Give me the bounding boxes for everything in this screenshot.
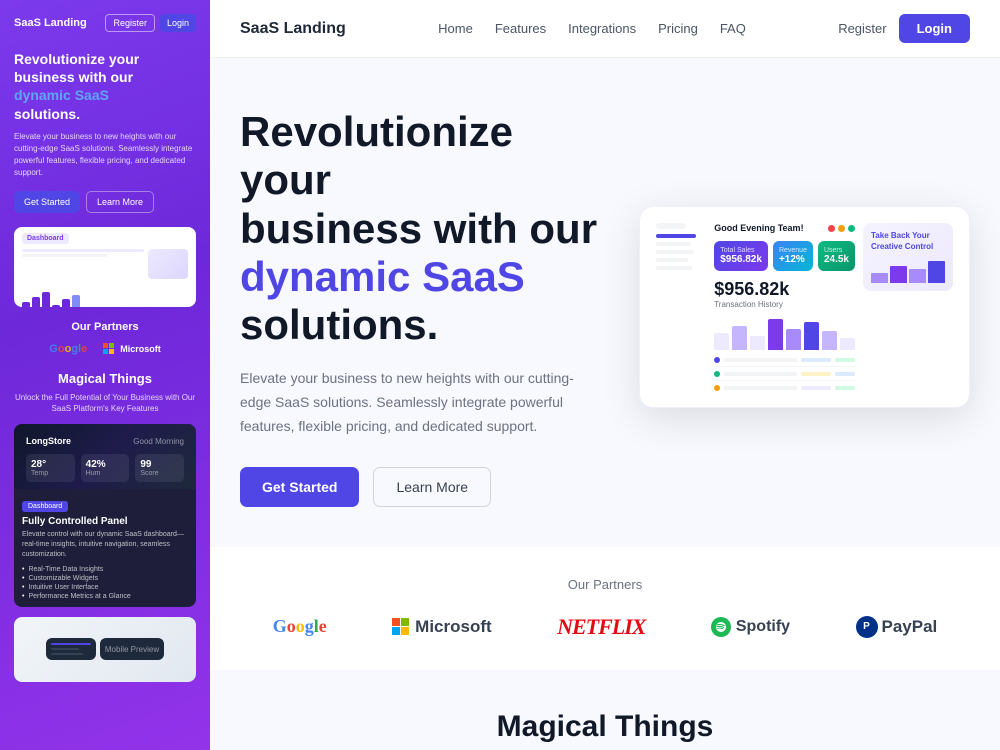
left-list-item-1: Real-Time Data Insights [22, 565, 188, 574]
left-chart-bars [22, 287, 188, 307]
hero-buttons: Get Started Learn More [240, 467, 599, 507]
hero-image-wrapper: Good Evening Team! Total Sales $9 [639, 206, 970, 408]
left-feature-list: Real-Time Data Insights Customizable Wid… [22, 565, 188, 601]
nav-links: Home Features Integrations Pricing FAQ [438, 21, 746, 36]
left-magical-title: Magical Things [14, 371, 196, 386]
hero-stat1-value: $956.82k [720, 254, 762, 265]
left-feature-title: Fully Controlled Panel [22, 516, 188, 527]
hero-table-row-1 [714, 356, 855, 367]
left-partners: Google Microsoft [14, 343, 196, 355]
hero-table-row-3 [714, 384, 855, 391]
hero-big-number: $956.82k [714, 279, 855, 300]
microsoft-logo: Microsoft [392, 617, 492, 637]
hero-section: Revolutionize your business with our dyn… [210, 58, 1000, 547]
left-google-logo: Google [49, 343, 87, 355]
nav-link-faq[interactable]: FAQ [720, 21, 746, 36]
nav-link-integrations[interactable]: Integrations [568, 21, 636, 36]
left-feature-badge: Dashboard [22, 501, 68, 512]
left-vis-date: Good Morning [133, 437, 184, 446]
left-feature-content: Dashboard Fully Controlled Panel Elevate… [14, 489, 196, 606]
hero-stat1-label: Total Sales [720, 247, 762, 254]
left-logo: SaaS Landing [14, 17, 87, 29]
hero-title: Revolutionize your business with our dyn… [240, 108, 599, 349]
nav-link-home[interactable]: Home [438, 21, 473, 36]
nav-register-button[interactable]: Register [838, 21, 886, 36]
hero-stat2-label: Revenue [779, 247, 807, 254]
hero-dashboard-card: Good Evening Team! Total Sales $9 [639, 206, 970, 408]
nav-right: Register Login [838, 14, 970, 43]
left-microsoft-logo: Microsoft [103, 343, 161, 355]
nav-link-pricing[interactable]: Pricing [658, 21, 698, 36]
left-list-item-2: Customizable Widgets [22, 574, 188, 583]
left-feature-card: LongStore Good Morning 28° Temp 42% Hum … [14, 424, 196, 606]
hero-table-row-2 [714, 370, 855, 381]
paypal-logo: P PayPal [856, 616, 938, 638]
left-hero-buttons: Get Started Learn More [14, 191, 196, 213]
nav-link-features[interactable]: Features [495, 21, 546, 36]
paypal-icon: P [856, 616, 878, 638]
hero-section-label: Transaction History [714, 300, 855, 309]
hero-dash-greeting: Good Evening Team! [714, 223, 803, 233]
hero-right-card-title: Take Back Your Creative Control [871, 231, 945, 252]
hero-learn-more-button[interactable]: Learn More [373, 467, 491, 507]
spotify-logo: Spotify [711, 617, 790, 637]
magical-section: Magical Things Unlock the Full Potential… [210, 670, 1000, 750]
left-nav: SaaS Landing Register Login [14, 14, 196, 32]
left-learn-more-button[interactable]: Learn More [86, 191, 154, 213]
spotify-icon [711, 617, 731, 637]
left-feature-card-2: Mobile Preview [14, 617, 196, 682]
hero-desc: Elevate your business to new heights wit… [240, 367, 599, 438]
nav-login-button[interactable]: Login [899, 14, 970, 43]
hero-stat3-value: 24.5k [824, 254, 849, 265]
netflix-logo: NETFLIX [557, 614, 645, 640]
left-register-button[interactable]: Register [105, 14, 155, 32]
top-nav: SaaS Landing Home Features Integrations … [210, 0, 1000, 58]
left-login-button[interactable]: Login [160, 14, 196, 32]
left-dashboard-preview: Dashboard [14, 227, 196, 307]
hero-stat2-value: +12% [779, 254, 807, 265]
google-logo: Google [273, 616, 327, 637]
left-hero-title: Revolutionize your business with our dyn… [14, 50, 196, 123]
hero-chart [714, 315, 855, 350]
left-dash-badge: Dashboard [22, 233, 69, 244]
partners-logos: Google Microsoft NETFLIX Spotify [240, 614, 970, 640]
nav-logo: SaaS Landing [240, 20, 346, 38]
hero-stat3-label: Users [824, 247, 849, 254]
left-vis-title: LongStore [26, 436, 71, 446]
hero-content: Revolutionize your business with our dyn… [240, 108, 599, 507]
partners-section: Our Partners Google Microsoft NETFLIX S [210, 547, 1000, 670]
left-feature-image: LongStore Good Morning 28° Temp 42% Hum … [14, 424, 196, 489]
left-get-started-button[interactable]: Get Started [14, 191, 80, 213]
partners-title: Our Partners [240, 577, 970, 592]
left-feature-image-2: Mobile Preview [14, 617, 196, 682]
left-partners-title: Our Partners [14, 321, 196, 333]
left-list-item-4: Performance Metrics at a Glance [22, 592, 188, 601]
left-hero-desc: Elevate your business to new heights wit… [14, 131, 196, 179]
left-panel: SaaS Landing Register Login Revolutioniz… [0, 0, 210, 750]
left-magical-desc: Unlock the Full Potential of Your Busine… [14, 392, 196, 414]
left-feature-desc: Elevate control with our dynamic SaaS da… [22, 530, 188, 559]
hero-table [714, 356, 855, 391]
main-panel: SaaS Landing Home Features Integrations … [210, 0, 1000, 750]
magical-title: Magical Things [240, 710, 970, 744]
left-vis-stats: 28° Temp 42% Hum 99 Score [26, 454, 184, 482]
left-list-item-3: Intuitive User Interface [22, 583, 188, 592]
left-nav-buttons: Register Login [105, 14, 196, 32]
hero-get-started-button[interactable]: Get Started [240, 467, 359, 507]
